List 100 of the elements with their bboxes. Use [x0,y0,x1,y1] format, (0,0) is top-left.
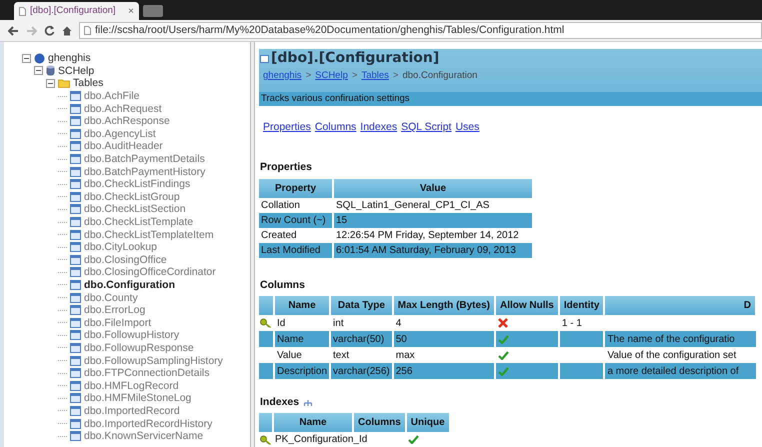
table-cell: varchar(50) [330,331,393,348]
tree-item[interactable]: dbo.FileImport [84,316,152,329]
tree-item[interactable]: dbo.CheckListGroup [84,190,180,203]
tree-item[interactable]: dbo.AchResponse [84,115,170,128]
tree-item[interactable]: SCHelp [58,64,94,77]
table-cell: 15 [333,212,533,228]
tree-item[interactable]: dbo.County [84,292,138,304]
table-icon [70,318,81,328]
tree-item[interactable]: Tables [73,77,104,90]
tab-close-button[interactable]: × [128,4,134,18]
tree-item[interactable]: dbo.Configuration [84,278,175,291]
collapse-icon[interactable] [46,78,55,88]
table-icon [70,393,81,404]
tree-item[interactable]: dbo.FollowupResponse [84,342,194,354]
database-icon [46,65,55,76]
tree-item[interactable]: dbo.ErrorLog [84,304,146,316]
breadcrumb-separator: > [392,68,398,83]
breadcrumb-link[interactable]: Tables [361,68,389,84]
table-cell: 50 [392,331,495,348]
table-icon [70,356,81,366]
table-icon [70,431,81,442]
page-icon [19,6,26,16]
table-icon [70,91,81,102]
table-icon [70,104,81,114]
tree-item[interactable]: dbo.CityLookup [84,241,157,254]
home-icon[interactable] [62,26,72,36]
back-icon[interactable] [8,26,19,36]
tree-item[interactable]: dbo.FollowupSamplingHistory [84,354,223,367]
browser-tab[interactable]: [dbo].[Configuration] × [14,2,139,20]
tree-item[interactable]: dbo.BatchPaymentHistory [84,166,206,178]
folder-icon [58,78,70,88]
section-link[interactable]: Properties [263,120,311,136]
address-bar[interactable]: file://scsha/root/Users/harm/My%20Database%20Documentation/ghenghis/Tables/Configuration.html [79,22,762,39]
tree-item[interactable]: dbo.CheckListFindings [84,178,190,190]
table-icon [70,280,81,290]
breadcrumb-link[interactable]: ghenghis [263,68,302,84]
breadcrumb-separator: > [306,68,312,83]
section-heading: Columns [259,278,306,292]
table-cell: Value of the configuration set [604,347,756,364]
table-icon [70,368,81,378]
tree-item[interactable]: dbo.AchFile [84,90,140,102]
tree-item[interactable]: dbo.FollowupHistory [84,329,180,342]
table-cell: Name [274,331,330,348]
tree-item[interactable]: dbo.CheckListSection [84,203,186,216]
table-icon [70,342,81,353]
table-header: D [604,296,756,316]
tree-item[interactable]: dbo.HMFMileStoneLog [84,392,192,404]
section-link[interactable]: Indexes [360,120,398,136]
breadcrumb-link[interactable]: SCHelp [315,68,348,84]
tree-item[interactable]: dbo.HMFLogRecord [84,380,179,392]
table-header: Columns [353,413,406,432]
table-icon [70,141,81,152]
table-icon [70,217,81,228]
table-icon [70,242,81,252]
table-header: Property [259,178,333,198]
reload-icon[interactable] [44,25,55,36]
tree-item[interactable]: dbo.AchRequest [84,102,162,115]
tree-item[interactable]: dbo.AgencyList [84,128,156,140]
table-icon [70,192,81,202]
section-link[interactable]: Columns [314,120,356,136]
table-cell: The name of the configuratio [604,331,756,348]
tree-item[interactable]: dbo.AuditHeader [84,140,163,152]
tree-item[interactable]: dbo.CheckListTemplateItem [84,228,214,241]
tab-title: [dbo].[Configuration] [30,4,117,18]
table-header: Value [333,178,533,198]
tree-item[interactable]: dbo.CheckListTemplate [84,216,194,228]
section-link[interactable]: Uses [455,120,480,136]
table-icon [70,330,81,340]
tree-item[interactable]: dbo.BatchPaymentDetails [84,153,205,166]
section-link[interactable]: SQL Script [401,120,452,136]
table-cell: Row Count (~) [259,212,333,228]
table-icon [70,305,81,316]
table-header: Allow Nulls [494,296,559,316]
hierarchy-icon[interactable] [303,398,314,408]
page-icon [84,26,91,35]
tree-item[interactable]: dbo.ImportedRecordHistory [84,418,212,430]
collapse-icon[interactable] [34,66,43,76]
table-cell: varchar(256) [330,363,393,380]
table-icon [70,204,81,214]
tree-item[interactable]: ghenghis [48,52,91,64]
table-icon [70,179,81,190]
table-icon [70,292,81,303]
tree-item[interactable]: dbo.ClosingOffice [84,254,167,266]
tree-item[interactable]: dbo.ImportedRecord [84,404,180,417]
tree-item[interactable]: dbo.ClosingOfficeCordinator [84,266,216,278]
tree-item[interactable]: dbo.FTPConnectionDetails [84,367,210,380]
table-icon [70,128,81,139]
table-cell: PK_Configuration_Id [273,432,406,447]
section-heading: Indexes [260,395,300,410]
table-header: Max Length (Bytes) [392,296,495,316]
table-icon [70,230,81,240]
table-cell: a more detailed description of [604,363,756,380]
breadcrumb-separator: > [352,68,358,83]
collapse-icon[interactable] [22,54,31,63]
table-cell: 256 [392,363,495,380]
table-cell: Last Modified [259,242,333,258]
tree-item[interactable]: dbo.KnownServicerName [84,430,204,442]
database-server-icon [34,52,45,64]
table-icon [70,380,81,391]
page-title: [dbo].[Configuration] [271,49,440,68]
